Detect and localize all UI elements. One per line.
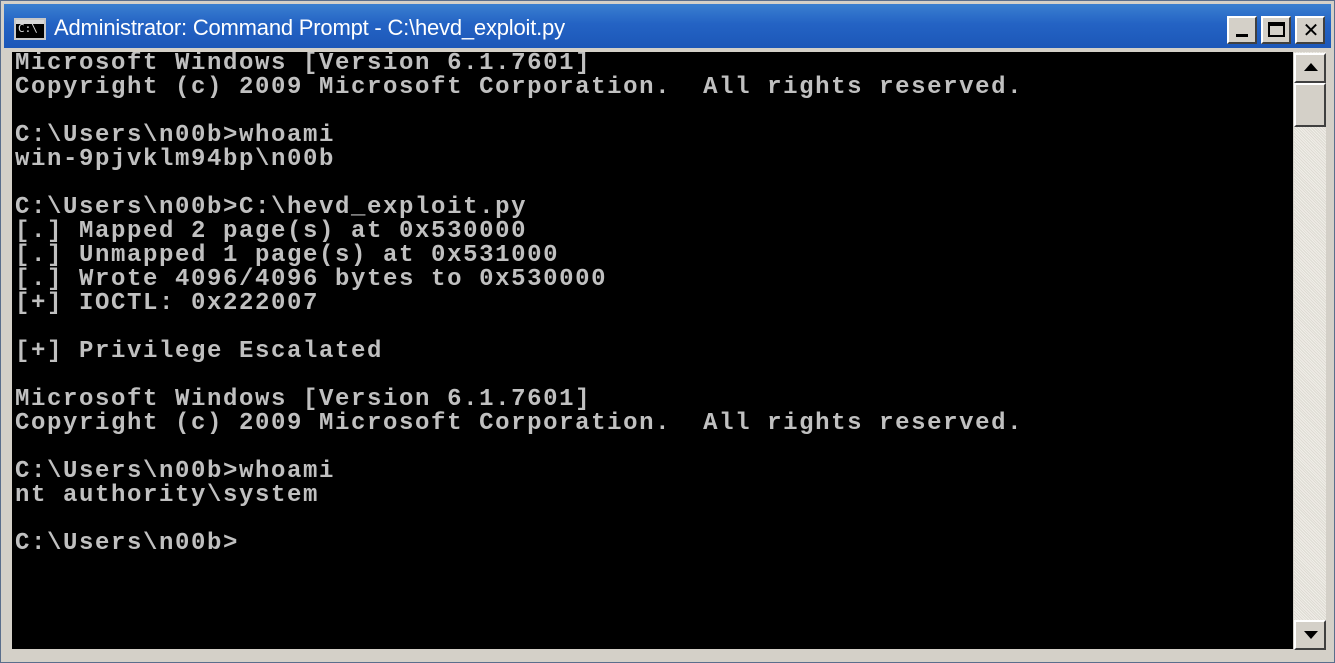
console-output[interactable]: Microsoft Windows [Version 6.1.7601] Copy… xyxy=(12,52,1293,649)
console-line: C:\Users\n00b>whoami xyxy=(15,122,336,149)
console-line: nt authority\system xyxy=(15,482,320,509)
console-line: Microsoft Windows [Version 6.1.7601] xyxy=(15,52,592,77)
console-line: win-9pjvklm94bp\n00b xyxy=(15,146,336,173)
console-line: Microsoft Windows [Version 6.1.7601] xyxy=(15,386,592,413)
maximize-button[interactable] xyxy=(1261,16,1291,44)
cmd-icon[interactable]: C:\ xyxy=(14,18,46,40)
console-line: C:\Users\n00b>C:\hevd_exploit.py xyxy=(15,194,528,221)
scroll-down-arrow-icon xyxy=(1304,631,1318,639)
vertical-scrollbar[interactable] xyxy=(1294,52,1326,650)
scroll-down-button[interactable] xyxy=(1294,620,1326,650)
console-line: C:\Users\n00b> xyxy=(15,530,240,557)
close-button[interactable]: ✕ xyxy=(1295,16,1325,44)
title-bar[interactable]: C:\ Administrator: Command Prompt - C:\h… xyxy=(4,4,1331,48)
maximize-icon xyxy=(1268,22,1285,37)
console-line: [+] IOCTL: 0x222007 xyxy=(15,290,320,317)
console-line: [.] Unmapped 1 page(s) at 0x531000 xyxy=(15,242,560,269)
console-line: [.] Mapped 2 page(s) at 0x530000 xyxy=(15,218,528,245)
console-line: Copyright (c) 2009 Microsoft Corporation… xyxy=(15,74,1024,101)
console-line: [.] Wrote 4096/4096 bytes to 0x530000 xyxy=(15,266,608,293)
command-prompt-window: C:\ Administrator: Command Prompt - C:\h… xyxy=(0,0,1335,663)
scroll-up-button[interactable] xyxy=(1294,53,1326,83)
minimize-icon xyxy=(1236,34,1248,37)
console-line: [+] Privilege Escalated xyxy=(15,338,384,365)
console-line: Copyright (c) 2009 Microsoft Corporation… xyxy=(15,410,1024,437)
minimize-button[interactable] xyxy=(1227,16,1257,44)
close-icon: ✕ xyxy=(1302,18,1320,42)
scroll-up-arrow-icon xyxy=(1304,63,1318,71)
scrollbar-thumb[interactable] xyxy=(1294,83,1326,127)
window-title: Administrator: Command Prompt - C:\hevd_… xyxy=(54,15,565,40)
console-line: C:\Users\n00b>whoami xyxy=(15,458,336,485)
console-text: Microsoft Windows [Version 6.1.7601] Copy… xyxy=(12,52,1293,556)
